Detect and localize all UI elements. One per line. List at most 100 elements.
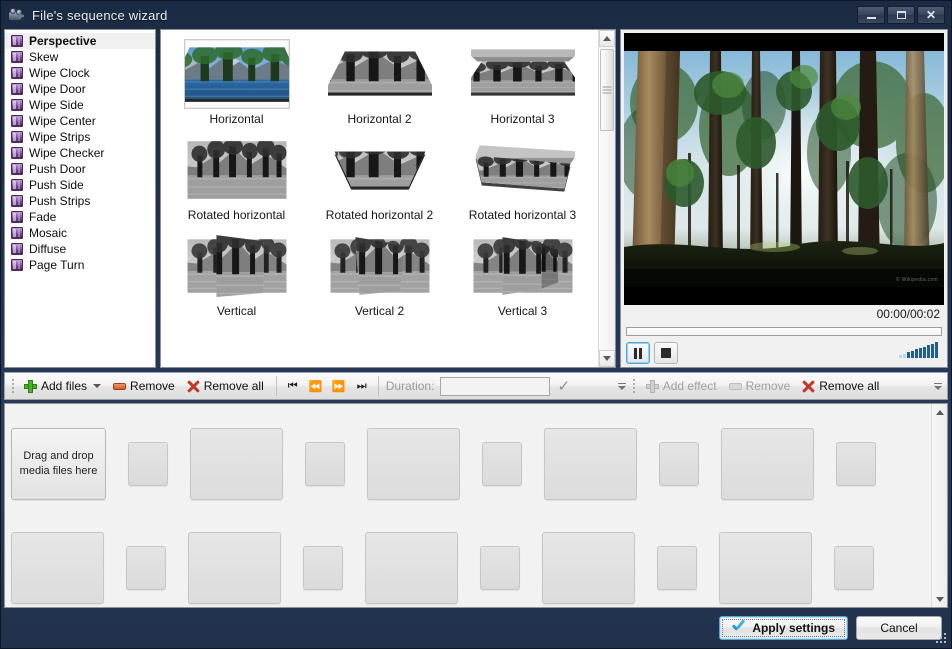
slide-slot[interactable] bbox=[190, 428, 283, 500]
effect-item-diffuse[interactable]: Diffuse bbox=[5, 241, 155, 257]
transition-slot[interactable] bbox=[480, 546, 520, 590]
effect-item-label: Skew bbox=[29, 50, 59, 64]
transition-effect-icon bbox=[11, 67, 23, 79]
variant-horizontal-2[interactable]: Horizontal 2 bbox=[308, 38, 451, 132]
variant-rotated-horizontal-2[interactable]: Rotated horizontal 2 bbox=[308, 134, 451, 228]
maximize-button[interactable] bbox=[887, 6, 915, 24]
effect-item-wipe-clock[interactable]: Wipe Clock bbox=[5, 65, 155, 81]
scrollbar-grip-icon bbox=[602, 85, 612, 96]
slide-slot[interactable] bbox=[11, 532, 104, 604]
effect-item-label: Wipe Checker bbox=[29, 146, 105, 160]
add-files-button[interactable]: Add files bbox=[19, 375, 108, 397]
chevron-down-icon[interactable] bbox=[93, 384, 102, 388]
effect-item-skew[interactable]: Skew bbox=[5, 49, 155, 65]
effect-item-label: Fade bbox=[29, 210, 57, 224]
seek-slider[interactable] bbox=[626, 326, 942, 336]
toolbar-grip-icon[interactable] bbox=[9, 377, 16, 395]
stop-button[interactable] bbox=[654, 342, 678, 364]
effect-item-wipe-center[interactable]: Wipe Center bbox=[5, 113, 155, 129]
minimize-button[interactable] bbox=[857, 6, 885, 24]
close-button[interactable]: ✕ bbox=[917, 6, 945, 24]
variant-label: Vertical 3 bbox=[497, 304, 548, 318]
slide-slot[interactable] bbox=[367, 428, 460, 500]
transition-slot[interactable] bbox=[482, 442, 522, 486]
transition-slot[interactable] bbox=[659, 442, 699, 486]
scroll-up-button[interactable] bbox=[599, 30, 615, 47]
variant-vertical-2[interactable]: Vertical 2 bbox=[308, 230, 451, 324]
remove-file-button[interactable]: Remove bbox=[108, 375, 182, 397]
effects-toolbar-grip-icon[interactable] bbox=[631, 377, 638, 395]
volume-bar bbox=[903, 353, 906, 358]
variants-scrollbar[interactable] bbox=[598, 30, 615, 367]
rewind-icon: ⏪ bbox=[308, 380, 323, 393]
transition-effect-icon bbox=[11, 163, 23, 175]
variant-horizontal[interactable]: Horizontal bbox=[165, 38, 308, 132]
variant-rotated-horizontal[interactable]: Rotated horizontal bbox=[165, 134, 308, 228]
time-display: 00:00/00:02 bbox=[876, 307, 940, 321]
slide-slot[interactable] bbox=[365, 532, 458, 604]
duration-input[interactable] bbox=[440, 376, 551, 396]
effect-item-mosaic[interactable]: Mosaic bbox=[5, 225, 155, 241]
effect-item-page-turn[interactable]: Page Turn bbox=[5, 257, 155, 273]
remove-all-files-button[interactable]: Remove all bbox=[182, 375, 271, 397]
rewind-button[interactable]: ⏪ bbox=[305, 375, 327, 397]
remove-all-effects-button[interactable]: Remove all bbox=[797, 375, 886, 397]
effect-item-wipe-door[interactable]: Wipe Door bbox=[5, 81, 155, 97]
storyboard-scrollbar[interactable] bbox=[931, 404, 947, 607]
transition-slot[interactable] bbox=[836, 442, 876, 486]
fast-forward-button[interactable]: ⏩ bbox=[328, 375, 350, 397]
storyboard-scroll-up-button[interactable] bbox=[932, 404, 947, 420]
remove-effect-label: Remove bbox=[745, 379, 791, 393]
scrollbar-thumb[interactable] bbox=[600, 49, 614, 131]
effect-item-wipe-checker[interactable]: Wipe Checker bbox=[5, 145, 155, 161]
cancel-button[interactable]: Cancel bbox=[856, 616, 942, 640]
resize-grip-icon[interactable] bbox=[936, 633, 948, 645]
toolbar-overflow-button[interactable] bbox=[616, 375, 629, 397]
slide-slot[interactable] bbox=[719, 532, 812, 604]
add-effect-button[interactable]: Add effect bbox=[641, 375, 724, 397]
apply-duration-checkmark-icon[interactable]: ✓ bbox=[557, 377, 570, 395]
effect-item-wipe-strips[interactable]: Wipe Strips bbox=[5, 129, 155, 145]
effect-item-perspective[interactable]: Perspective bbox=[5, 33, 155, 49]
chevron-up-icon bbox=[935, 409, 944, 415]
remove-effect-button[interactable]: Remove bbox=[724, 375, 798, 397]
effects-toolbar-overflow-button[interactable] bbox=[932, 375, 945, 397]
remove-all-files-label: Remove all bbox=[203, 379, 264, 393]
variant-vertical[interactable]: Vertical bbox=[165, 230, 308, 324]
variant-vertical-3[interactable]: Vertical 3 bbox=[451, 230, 594, 324]
slide-slot[interactable] bbox=[188, 532, 281, 604]
transition-slot[interactable] bbox=[128, 442, 168, 486]
effect-item-push-door[interactable]: Push Door bbox=[5, 161, 155, 177]
video-preview[interactable]: © Wikipedia.com bbox=[624, 33, 944, 305]
go-last-button[interactable]: ⏭ bbox=[351, 375, 373, 397]
preview-panel: © Wikipedia.com 00:00/00:02 bbox=[620, 29, 948, 368]
apply-settings-button[interactable]: Apply settings bbox=[719, 616, 848, 640]
effect-item-push-side[interactable]: Push Side bbox=[5, 177, 155, 193]
slide-slot[interactable] bbox=[721, 428, 814, 500]
transition-slot[interactable] bbox=[834, 546, 874, 590]
transition-slot[interactable] bbox=[303, 546, 343, 590]
storyboard-panel: Drag and drop media files here bbox=[4, 403, 948, 608]
effect-item-fade[interactable]: Fade bbox=[5, 209, 155, 225]
effect-item-wipe-side[interactable]: Wipe Side bbox=[5, 97, 155, 113]
effects-list[interactable]: Perspective Skew Wipe Clock Wipe Door Wipe S… bbox=[4, 29, 156, 368]
variant-label: Vertical bbox=[216, 304, 257, 318]
transition-slot[interactable] bbox=[126, 546, 166, 590]
pause-button[interactable] bbox=[626, 342, 650, 364]
slide-slot[interactable] bbox=[542, 532, 635, 604]
variant-rotated-horizontal-3[interactable]: Rotated horizontal 3 bbox=[451, 134, 594, 228]
go-first-button[interactable]: ⏮ bbox=[282, 375, 304, 397]
stop-icon bbox=[661, 348, 671, 358]
storyboard-track[interactable]: Drag and drop media files here bbox=[5, 404, 931, 607]
media-toolbar: Add files Remove Remove all ⏮ ⏪ ⏩ ⏭ Dura… bbox=[4, 372, 948, 400]
slide-slot[interactable] bbox=[544, 428, 637, 500]
variant-horizontal-3[interactable]: Horizontal 3 bbox=[451, 38, 594, 132]
transition-slot[interactable] bbox=[657, 546, 697, 590]
scrollbar-track[interactable] bbox=[599, 47, 615, 350]
scroll-down-button[interactable] bbox=[599, 350, 615, 367]
transition-slot[interactable] bbox=[305, 442, 345, 486]
volume-slider[interactable] bbox=[899, 342, 942, 358]
effect-item-push-strips[interactable]: Push Strips bbox=[5, 193, 155, 209]
media-dropzone[interactable]: Drag and drop media files here bbox=[11, 428, 106, 500]
storyboard-scroll-down-button[interactable] bbox=[932, 591, 947, 607]
